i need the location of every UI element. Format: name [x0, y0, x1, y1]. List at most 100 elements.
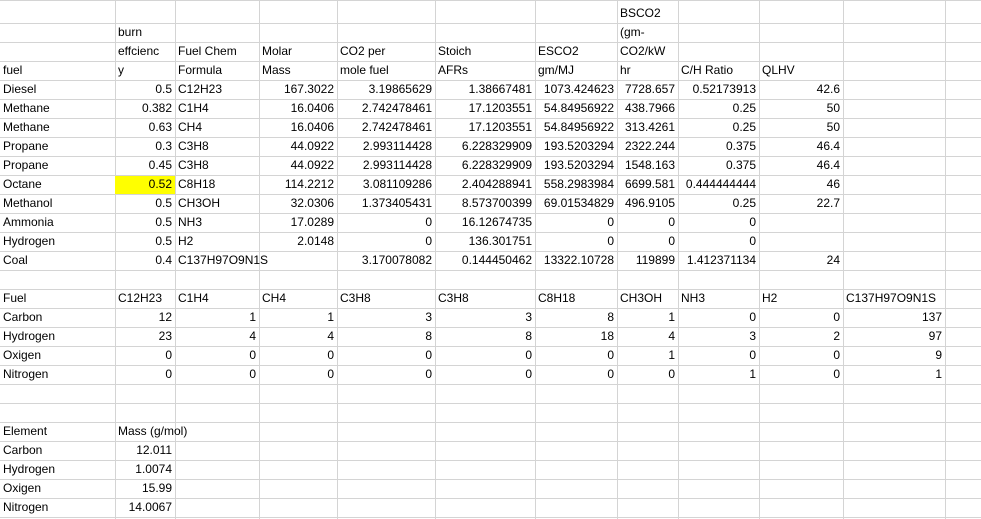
composition-column-header[interactable]: NH3	[678, 289, 759, 308]
esco2-cell[interactable]: 69.01534829	[535, 194, 617, 213]
formula-cell[interactable]: C3H8	[175, 156, 259, 175]
composition-element-label[interactable]: Carbon	[0, 308, 115, 327]
esco2-cell[interactable]: 193.5203294	[535, 156, 617, 175]
bsco2-cell[interactable]: 496.9105	[617, 194, 678, 213]
ch-ratio-cell[interactable]: 0.444444444	[678, 175, 759, 194]
composition-value-cell[interactable]: 1	[259, 308, 337, 327]
bsco2-cell[interactable]: 0	[617, 232, 678, 251]
composition-value-cell[interactable]: 0	[175, 346, 259, 365]
composition-value-cell[interactable]: 0	[175, 365, 259, 384]
fuel-name-cell[interactable]: Diesel	[0, 80, 115, 99]
qlhv-cell[interactable]: 46.4	[759, 137, 843, 156]
composition-value-cell[interactable]: 4	[259, 327, 337, 346]
header-molar-mass[interactable]: Mass	[259, 61, 337, 80]
header-burn-efficiency[interactable]: burn	[115, 23, 175, 42]
element-label-cell[interactable]: Carbon	[0, 441, 115, 460]
composition-value-cell[interactable]: 0	[435, 346, 535, 365]
ch-ratio-cell[interactable]: 0.25	[678, 118, 759, 137]
composition-column-header[interactable]: C137H97O9N1S	[843, 289, 945, 308]
header-bsco2[interactable]: (gm-	[617, 23, 678, 42]
bsco2-cell[interactable]: 7728.657	[617, 80, 678, 99]
qlhv-cell[interactable]: 24	[759, 251, 843, 270]
header-fuel[interactable]: fuel	[0, 61, 115, 80]
header-bsco2[interactable]: BSCO2	[617, 4, 678, 23]
burn-efficiency-cell[interactable]: 0.5	[115, 194, 175, 213]
ch-ratio-cell[interactable]: 0	[678, 213, 759, 232]
composition-column-header[interactable]: CH4	[259, 289, 337, 308]
esco2-cell[interactable]: 13322.10728	[535, 251, 617, 270]
composition-value-cell[interactable]: 8	[535, 308, 617, 327]
stoich-afr-cell[interactable]: 0.144450462	[435, 251, 535, 270]
ch-ratio-cell[interactable]: 0.25	[678, 99, 759, 118]
element-mass-cell[interactable]: 1.0074	[115, 460, 175, 479]
esco2-cell[interactable]: 54.84956922	[535, 118, 617, 137]
header-stoich-afr[interactable]: AFRs	[435, 61, 535, 80]
ch-ratio-cell[interactable]: 1.412371134	[678, 251, 759, 270]
header-molar-mass[interactable]: Molar	[259, 42, 337, 61]
qlhv-cell[interactable]	[759, 232, 843, 251]
composition-value-cell[interactable]: 0	[115, 365, 175, 384]
fuel-name-cell[interactable]: Coal	[0, 251, 115, 270]
ch-ratio-cell[interactable]: 0	[678, 232, 759, 251]
spreadsheet-grid[interactable]: BSCO2 burn (gm-effcienc Fuel Chem Molar CO2 p…	[0, 0, 981, 519]
composition-value-cell[interactable]: 18	[535, 327, 617, 346]
composition-column-header[interactable]: C1H4	[175, 289, 259, 308]
formula-cell[interactable]: C3H8	[175, 137, 259, 156]
composition-column-header[interactable]: C8H18	[535, 289, 617, 308]
composition-value-cell[interactable]: 8	[337, 327, 435, 346]
burn-efficiency-cell[interactable]: 0.5	[115, 80, 175, 99]
formula-cell[interactable]: C12H23	[175, 80, 259, 99]
molar-mass-cell[interactable]: 114.2212	[259, 175, 337, 194]
composition-value-cell[interactable]: 23	[115, 327, 175, 346]
element-header[interactable]: Element	[0, 422, 115, 441]
header-stoich-afr[interactable]: Stoich	[435, 42, 535, 61]
co2-per-mole-cell[interactable]: 1.373405431	[337, 194, 435, 213]
composition-value-cell[interactable]: 0	[678, 346, 759, 365]
composition-value-cell[interactable]: 4	[617, 327, 678, 346]
header-fuel-chem[interactable]: Fuel Chem	[175, 42, 259, 61]
co2-per-mole-cell[interactable]: 3.170078082	[337, 251, 435, 270]
stoich-afr-cell[interactable]: 16.12674735	[435, 213, 535, 232]
stoich-afr-cell[interactable]: 6.228329909	[435, 137, 535, 156]
molar-mass-cell[interactable]: 44.0922	[259, 156, 337, 175]
burn-efficiency-cell[interactable]: 0.4	[115, 251, 175, 270]
esco2-cell[interactable]: 558.2983984	[535, 175, 617, 194]
qlhv-cell[interactable]: 22.7	[759, 194, 843, 213]
co2-per-mole-cell[interactable]: 0	[337, 213, 435, 232]
element-label-cell[interactable]: Nitrogen	[0, 498, 115, 517]
co2-per-mole-cell[interactable]: 2.993114428	[337, 156, 435, 175]
header-fuel-chem[interactable]: Formula	[175, 61, 259, 80]
header-co2-per-mole[interactable]: CO2 per	[337, 42, 435, 61]
fuel-name-cell[interactable]: Methane	[0, 118, 115, 137]
esco2-cell[interactable]: 193.5203294	[535, 137, 617, 156]
composition-value-cell[interactable]: 1	[617, 308, 678, 327]
stoich-afr-cell[interactable]: 6.228329909	[435, 156, 535, 175]
header-qlhv[interactable]: QLHV	[759, 61, 843, 80]
burn-efficiency-cell[interactable]: 0.382	[115, 99, 175, 118]
esco2-cell[interactable]: 1073.424623	[535, 80, 617, 99]
fuel-name-cell[interactable]: Octane	[0, 175, 115, 194]
stoich-afr-cell[interactable]: 136.301751	[435, 232, 535, 251]
header-esco2[interactable]: ESCO2	[535, 42, 617, 61]
stoich-afr-cell[interactable]: 2.404288941	[435, 175, 535, 194]
fuel-name-cell[interactable]: Propane	[0, 137, 115, 156]
qlhv-cell[interactable]	[759, 213, 843, 232]
bsco2-cell[interactable]: 2322.244	[617, 137, 678, 156]
ch-ratio-cell[interactable]: 0.52173913	[678, 80, 759, 99]
formula-cell[interactable]: C137H97O9N1S	[175, 251, 268, 270]
composition-value-cell[interactable]: 4	[175, 327, 259, 346]
formula-cell[interactable]: C8H18	[175, 175, 259, 194]
molar-mass-cell[interactable]: 16.0406	[259, 118, 337, 137]
bsco2-cell[interactable]: 0	[617, 213, 678, 232]
burn-efficiency-cell[interactable]: 0.52	[115, 175, 175, 194]
composition-value-cell[interactable]: 9	[843, 346, 945, 365]
molar-mass-cell[interactable]: 167.3022	[259, 80, 337, 99]
composition-value-cell[interactable]: 0	[259, 346, 337, 365]
stoich-afr-cell[interactable]: 8.573700399	[435, 194, 535, 213]
co2-per-mole-cell[interactable]: 3.19865629	[337, 80, 435, 99]
fuel-name-cell[interactable]: Ammonia	[0, 213, 115, 232]
formula-cell[interactable]: C1H4	[175, 99, 259, 118]
composition-value-cell[interactable]: 8	[435, 327, 535, 346]
header-esco2[interactable]: gm/MJ	[535, 61, 617, 80]
header-burn-efficiency[interactable]: effcienc	[115, 42, 175, 61]
